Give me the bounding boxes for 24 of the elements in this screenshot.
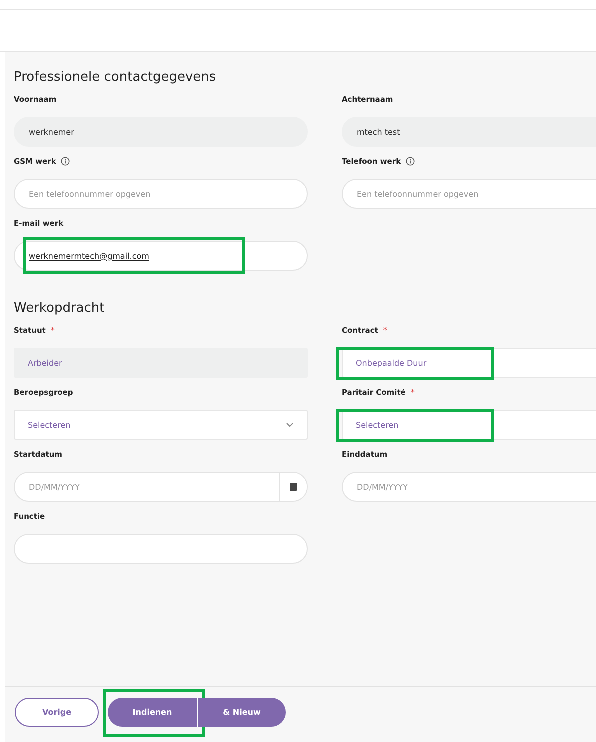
required-mark: * bbox=[383, 326, 388, 334]
date-field[interactable]: DD/MM/YYYY bbox=[14, 472, 308, 502]
select-field[interactable]: Selecteren bbox=[14, 410, 308, 440]
input-field[interactable]: Een telefoonnummer opgeven bbox=[342, 179, 596, 209]
input-field[interactable] bbox=[14, 534, 308, 564]
section-title: Professionele contactgegevens bbox=[14, 70, 218, 85]
calendar-button[interactable] bbox=[279, 473, 307, 501]
select-field[interactable]: Selecteren bbox=[342, 410, 596, 440]
info-icon[interactable] bbox=[406, 156, 416, 166]
required-mark: * bbox=[410, 388, 415, 396]
submit-button[interactable]: Indienen bbox=[108, 698, 198, 727]
submit-button[interactable]: & Nieuw bbox=[198, 698, 286, 727]
status-field: Arbeider bbox=[14, 348, 308, 378]
input-field[interactable]: Een telefoonnummer opgeven bbox=[14, 179, 308, 209]
name-field[interactable]: mtech test bbox=[342, 117, 596, 147]
required-mark: * bbox=[50, 326, 55, 334]
calendar-icon bbox=[290, 483, 297, 491]
section-title: Werkopdracht bbox=[14, 301, 106, 316]
info-icon[interactable] bbox=[61, 156, 70, 166]
select-field[interactable]: Onbepaalde Duur bbox=[342, 348, 596, 378]
name-field[interactable]: werknemer bbox=[14, 117, 308, 147]
back-button[interactable]: Vorige bbox=[15, 698, 99, 727]
date-field[interactable]: DD/MM/YYYY bbox=[342, 472, 596, 502]
input-field[interactable]: werknemermtech@gmail.com bbox=[14, 241, 308, 271]
